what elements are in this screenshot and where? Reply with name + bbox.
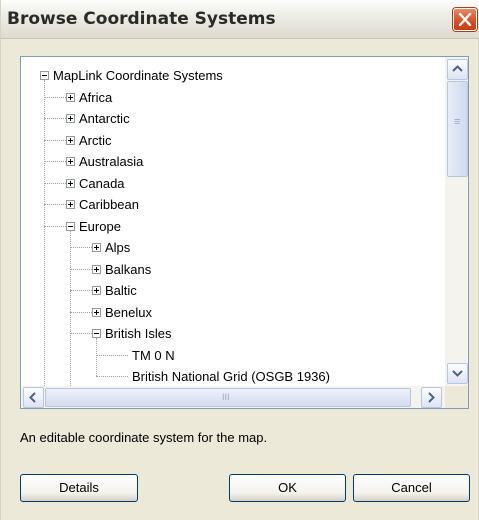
tree-connector-line xyxy=(70,268,92,270)
tree-item[interactable]: Balkans xyxy=(21,259,446,280)
horizontal-scrollbar[interactable]: III xyxy=(21,386,445,408)
scroll-left-button[interactable] xyxy=(23,387,44,408)
tree-item-label: TM 0 N xyxy=(132,347,175,363)
expand-icon[interactable] xyxy=(92,286,101,295)
tree-connector-line xyxy=(44,204,66,205)
tree-item[interactable]: Africa xyxy=(21,87,446,108)
tree-item[interactable]: MapLink Coordinate Systems xyxy=(21,65,446,86)
expand-icon[interactable] xyxy=(66,135,75,145)
tree-item-label: Arctic xyxy=(79,132,112,148)
tree-item[interactable]: British Isles xyxy=(21,323,446,344)
expand-icon[interactable] xyxy=(66,178,75,188)
tree-connector-line xyxy=(44,118,66,119)
vertical-scrollbar[interactable]: ≡ xyxy=(445,57,468,386)
chevron-up-icon xyxy=(452,65,463,72)
ok-button[interactable]: OK xyxy=(229,474,346,502)
tree-item-label: Canada xyxy=(79,175,125,191)
tree-item-label: British Isles xyxy=(105,326,172,341)
tree-item[interactable]: Baltic xyxy=(21,280,446,301)
tree-connector-line xyxy=(70,311,92,313)
tree-view: MapLink Coordinate Systems Africa Antarcti… xyxy=(21,57,446,386)
expand-icon[interactable] xyxy=(66,92,75,102)
title-bar[interactable]: Browse Coordinate Systems xyxy=(1,0,479,39)
tree-connector-line xyxy=(70,247,92,248)
tree-connector-line xyxy=(44,225,66,227)
tree-item[interactable]: TM 0 N xyxy=(21,345,446,366)
tree-connector-line xyxy=(44,182,66,184)
expand-icon[interactable] xyxy=(92,307,101,317)
tree-connector-line xyxy=(44,139,66,141)
horizontal-scroll-thumb[interactable]: III xyxy=(45,388,411,407)
close-icon xyxy=(458,13,472,26)
chevron-left-icon xyxy=(29,392,36,403)
collapse-icon[interactable] xyxy=(92,329,101,338)
tree-item[interactable]: Canada xyxy=(21,173,446,194)
tree-item-label: MapLink Coordinate Systems xyxy=(53,68,223,83)
tree-connector-line xyxy=(96,376,128,377)
tree-item[interactable]: Europe xyxy=(21,216,446,237)
expand-icon[interactable] xyxy=(92,243,101,252)
collapse-icon[interactable] xyxy=(40,71,49,80)
tree-item-label: Baltic xyxy=(105,283,137,298)
tree-item-label: Caribbean xyxy=(79,197,139,212)
details-button[interactable]: Details xyxy=(20,474,138,502)
scroll-up-button[interactable] xyxy=(447,59,468,80)
expand-icon[interactable] xyxy=(66,114,75,123)
tree-item[interactable]: Australasia xyxy=(21,151,446,172)
vertical-scroll-thumb[interactable]: ≡ xyxy=(447,81,468,177)
tree-item-label: Balkans xyxy=(105,261,152,277)
scroll-right-button[interactable] xyxy=(421,387,442,408)
scroll-down-button[interactable] xyxy=(447,363,468,384)
window-title: Browse Coordinate Systems xyxy=(7,9,276,29)
expand-icon[interactable] xyxy=(66,157,75,166)
tree-item-label: Alps xyxy=(105,240,131,255)
scrollbar-corner xyxy=(445,386,468,408)
close-button[interactable] xyxy=(453,8,477,31)
tree-connector-line xyxy=(44,96,66,98)
tree-connector-line xyxy=(70,333,92,334)
expand-icon[interactable] xyxy=(66,200,75,209)
tree-item[interactable]: Antarctic xyxy=(21,108,446,129)
tree-item[interactable]: Arctic xyxy=(21,130,446,151)
browse-coordinate-systems-dialog: Browse Coordinate Systems MapLink Coordi… xyxy=(0,0,479,520)
tree-item-label: Australasia xyxy=(79,154,144,169)
tree-connector-line xyxy=(70,290,92,291)
expand-icon[interactable] xyxy=(92,264,101,274)
collapse-icon[interactable] xyxy=(66,221,75,231)
tree-item[interactable]: Caribbean xyxy=(21,194,446,215)
description-text: An editable coordinate system for the ma… xyxy=(20,430,268,445)
chevron-down-icon xyxy=(452,370,463,377)
tree-connector-line xyxy=(44,161,66,162)
chevron-right-icon xyxy=(428,392,435,403)
scroll-grip: ≡ xyxy=(454,116,461,128)
tree-connector-line xyxy=(96,354,128,356)
tree-item-label: British National Grid (OSGB 1936) xyxy=(132,369,330,384)
scroll-grip-horizontal: III xyxy=(222,392,230,402)
tree-item[interactable]: Alps xyxy=(21,237,446,258)
coordinate-system-tree[interactable]: MapLink Coordinate Systems Africa Antarcti… xyxy=(20,56,469,409)
tree-item[interactable]: British National Grid (OSGB 1936) xyxy=(21,366,446,386)
tree-item-label: Africa xyxy=(79,89,113,105)
cancel-button[interactable]: Cancel xyxy=(353,474,470,502)
tree-item[interactable]: Benelux xyxy=(21,302,446,323)
tree-item-label: Europe xyxy=(79,218,121,234)
tree-item-label: Benelux xyxy=(105,304,152,320)
tree-item-label: Antarctic xyxy=(79,111,130,126)
